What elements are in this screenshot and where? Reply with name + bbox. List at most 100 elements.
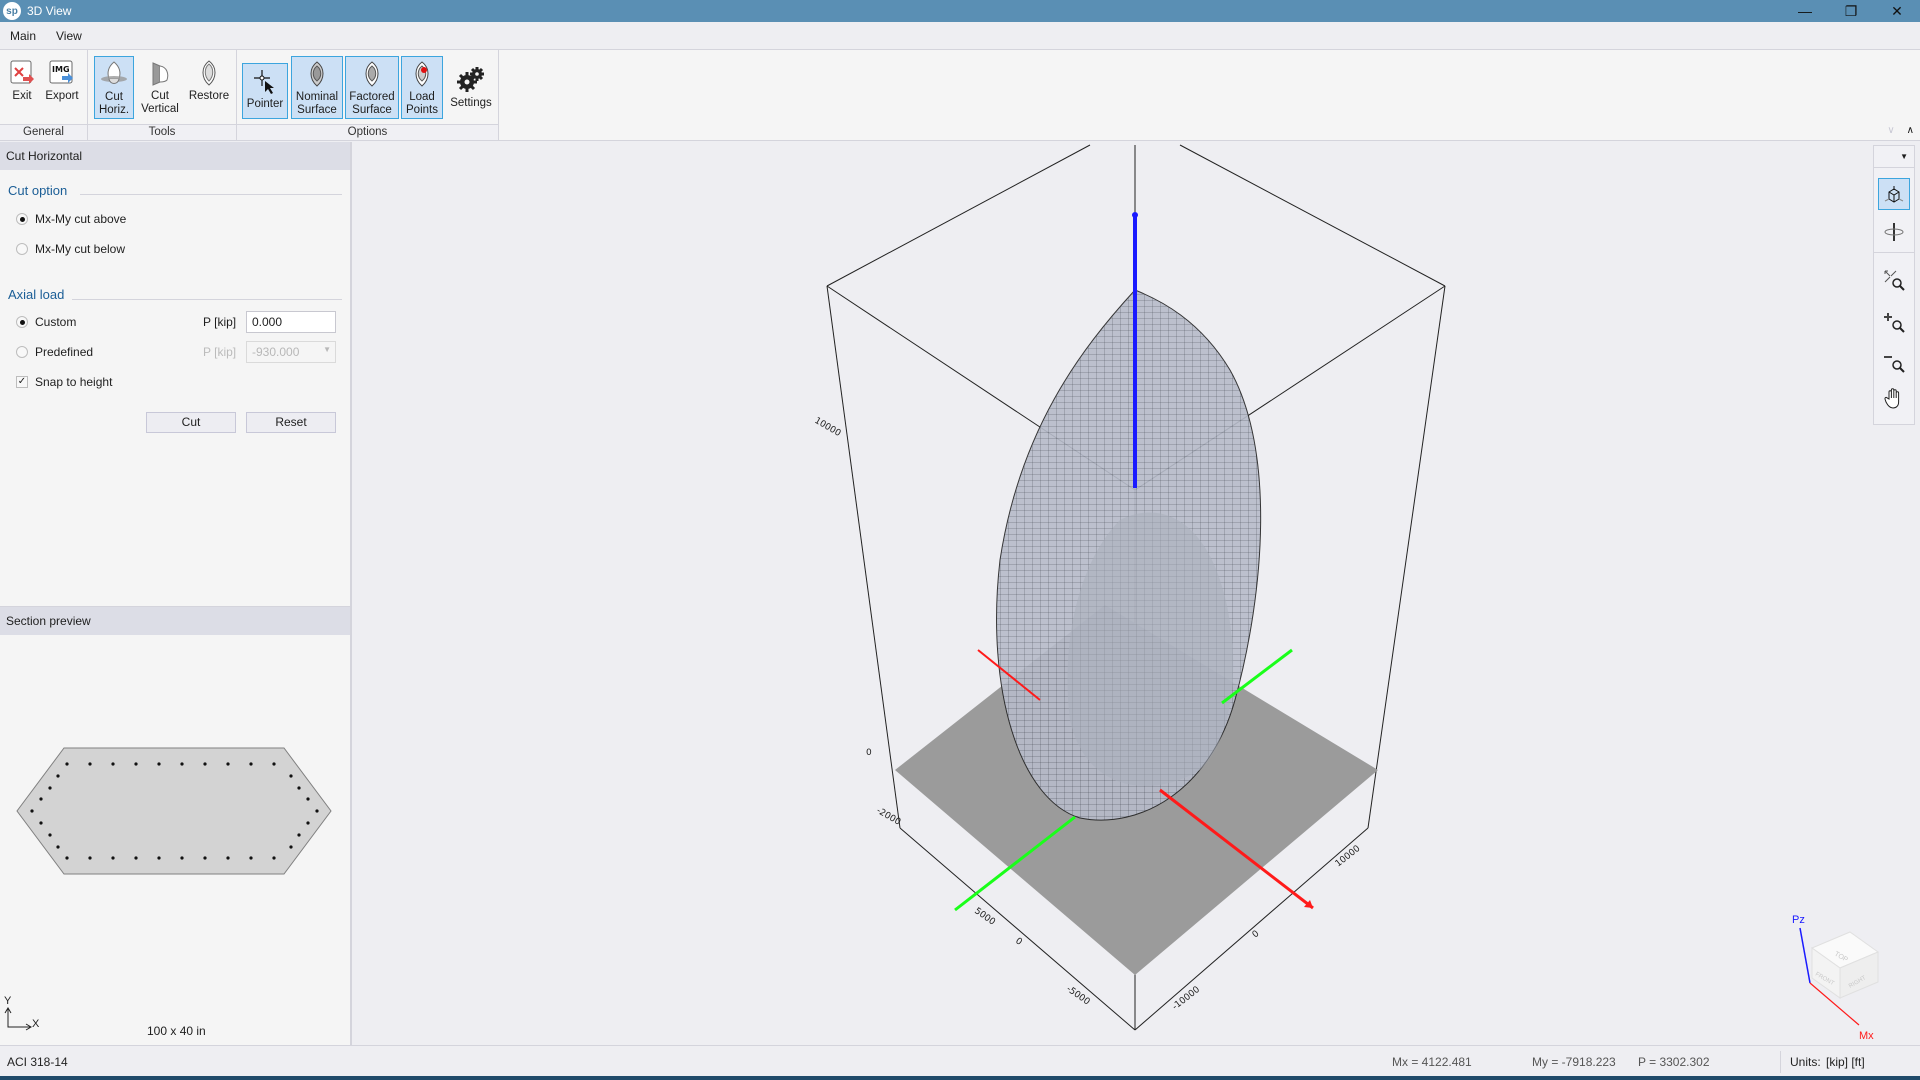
- status-bar: ACI 318-14 Mx = 4122.481 My = -7918.223 …: [0, 1045, 1920, 1076]
- export-icon: IMG: [47, 58, 77, 88]
- cut-button[interactable]: Cut: [146, 412, 236, 433]
- nav-axis-mx: Mx: [1859, 1030, 1874, 1042]
- predefined-p-select[interactable]: -930.000 ▼: [246, 341, 336, 363]
- tick-mx-neg: -10000: [1171, 985, 1202, 1013]
- taskbar-edge: [0, 1076, 1920, 1080]
- zoom-in-button[interactable]: [1878, 306, 1910, 338]
- cut-horizontal-label-2: Horiz.: [98, 104, 130, 116]
- close-icon: ✕: [1891, 2, 1903, 19]
- menu-view[interactable]: View: [46, 29, 92, 43]
- 3d-viewport[interactable]: 10000 0 -2000 5000 0 -5000 -10000 0 1000…: [352, 142, 1920, 1045]
- rotate-button[interactable]: [1878, 216, 1910, 248]
- axes-indicator: Y X: [4, 995, 44, 1035]
- rebar-dot: [111, 856, 115, 860]
- dropdown-icon: ▼: [1900, 152, 1908, 161]
- group-label-general: General: [0, 124, 87, 140]
- cut-horizontal-button[interactable]: Cut Horiz.: [94, 56, 134, 119]
- rebar-dot: [39, 821, 43, 825]
- rebar-dot: [180, 762, 184, 766]
- ribbon-collapse-icon[interactable]: ∧: [1907, 125, 1914, 136]
- load-points-label-1: Load: [409, 91, 435, 103]
- cut-option-title: Cut option: [8, 183, 68, 198]
- rebar-dot: [289, 774, 293, 778]
- rebar-dot: [111, 762, 115, 766]
- axial-load-title: Axial load: [8, 287, 65, 302]
- custom-radio[interactable]: [16, 316, 28, 328]
- rebar-dot: [297, 833, 301, 837]
- my-readout: My = -7918.223: [1532, 1055, 1616, 1069]
- minimize-icon: —: [1798, 3, 1812, 19]
- pointer-button[interactable]: Pointer: [242, 63, 288, 119]
- exit-button[interactable]: Exit: [6, 56, 38, 119]
- 3d-view-icon: [1884, 186, 1904, 203]
- rebar-dot: [48, 833, 52, 837]
- ribbon-expand-icon[interactable]: ∨: [1887, 125, 1894, 136]
- restore-button[interactable]: ❐: [1828, 0, 1874, 22]
- rebar-dot: [315, 809, 319, 813]
- custom-p-input[interactable]: 0.000: [246, 311, 336, 333]
- reset-button[interactable]: Reset: [246, 412, 336, 433]
- pointer-icon: [250, 66, 280, 96]
- custom-label: Custom: [35, 315, 77, 329]
- interaction-diagram-3d[interactable]: 10000 0 -2000 5000 0 -5000 -10000 0 1000…: [352, 142, 1920, 1045]
- view-toolbar: ▼: [1873, 145, 1915, 425]
- restore-window-icon: ❐: [1844, 2, 1858, 19]
- cut-below-radio[interactable]: [16, 243, 28, 255]
- app-logo: sp: [3, 2, 21, 20]
- rebar-dot: [226, 856, 230, 860]
- cut-vertical-button[interactable]: Cut Vertical: [138, 56, 182, 119]
- ribbon-group-options: Pointer Nominal Surface Factored Surface…: [237, 50, 499, 140]
- close-button[interactable]: ✕: [1874, 0, 1920, 22]
- settings-label: Settings: [450, 97, 492, 109]
- nominal-surface-icon: [302, 59, 332, 89]
- restore-label: Restore: [188, 90, 230, 102]
- rebar-dot: [134, 856, 138, 860]
- nominal-surface-button[interactable]: Nominal Surface: [291, 56, 343, 119]
- rebar-dot: [272, 762, 276, 766]
- rebar-dot: [65, 762, 69, 766]
- predefined-radio[interactable]: [16, 346, 28, 358]
- export-button[interactable]: IMG Export: [42, 56, 82, 119]
- section-preview-drawing: [16, 747, 332, 875]
- snap-to-height-label: Snap to height: [35, 375, 113, 389]
- units-value[interactable]: [kip] [ft]: [1826, 1055, 1865, 1069]
- cut-horizontal-header: Cut Horizontal: [0, 142, 350, 170]
- rebar-dot: [297, 786, 301, 790]
- group-label-options: Options: [237, 124, 498, 140]
- tick-pz-10000: 10000: [813, 416, 843, 439]
- zoom-extents-button[interactable]: [1878, 264, 1910, 296]
- menu-main[interactable]: Main: [0, 29, 46, 43]
- load-points-button[interactable]: Load Points: [401, 56, 443, 119]
- cut-vertical-label-2: Vertical: [141, 103, 179, 115]
- factored-surface-button[interactable]: Factored Surface: [345, 56, 399, 119]
- load-points-icon: [407, 59, 437, 89]
- axes-icon: [4, 1007, 32, 1031]
- mx-readout: Mx = 4122.481: [1392, 1055, 1472, 1069]
- factored-surface-icon: [357, 59, 387, 89]
- minimize-button[interactable]: —: [1782, 0, 1828, 22]
- toolbar-divider: [1874, 252, 1914, 253]
- view-toolbar-dropdown[interactable]: ▼: [1874, 146, 1914, 168]
- factored-surface-label-1: Factored: [349, 91, 395, 103]
- left-panel: Cut Horizontal Cut option Mx-My cut abov…: [0, 142, 352, 1045]
- axis-x-label: X: [32, 1018, 40, 1030]
- 3d-view-button[interactable]: [1878, 178, 1910, 210]
- restore-icon: [194, 58, 224, 88]
- pz-axis-tip: [1132, 212, 1138, 218]
- units-label: Units:: [1790, 1055, 1821, 1069]
- rebar-dot: [65, 856, 69, 860]
- p-readout: P = 3302.302: [1638, 1055, 1710, 1069]
- settings-button[interactable]: Settings: [447, 63, 495, 119]
- section-divider: [72, 299, 342, 300]
- snap-to-height-checkbox[interactable]: ✓: [16, 376, 28, 388]
- tick-mx-zero: 0: [1251, 929, 1262, 941]
- cut-above-radio[interactable]: [16, 213, 28, 225]
- restore-button-tool[interactable]: Restore: [184, 56, 234, 119]
- cut-below-label: Mx-My cut below: [35, 242, 126, 256]
- predefined-p-value: -930.000: [252, 345, 300, 359]
- factored-surface-label-2: Surface: [352, 104, 392, 116]
- nominal-surface-label-2: Surface: [297, 104, 337, 116]
- pan-button[interactable]: [1878, 382, 1910, 414]
- zoom-out-button[interactable]: [1878, 346, 1910, 378]
- navigation-cube[interactable]: TOP FRONT RIGHT Pz Mx: [1792, 914, 1880, 1042]
